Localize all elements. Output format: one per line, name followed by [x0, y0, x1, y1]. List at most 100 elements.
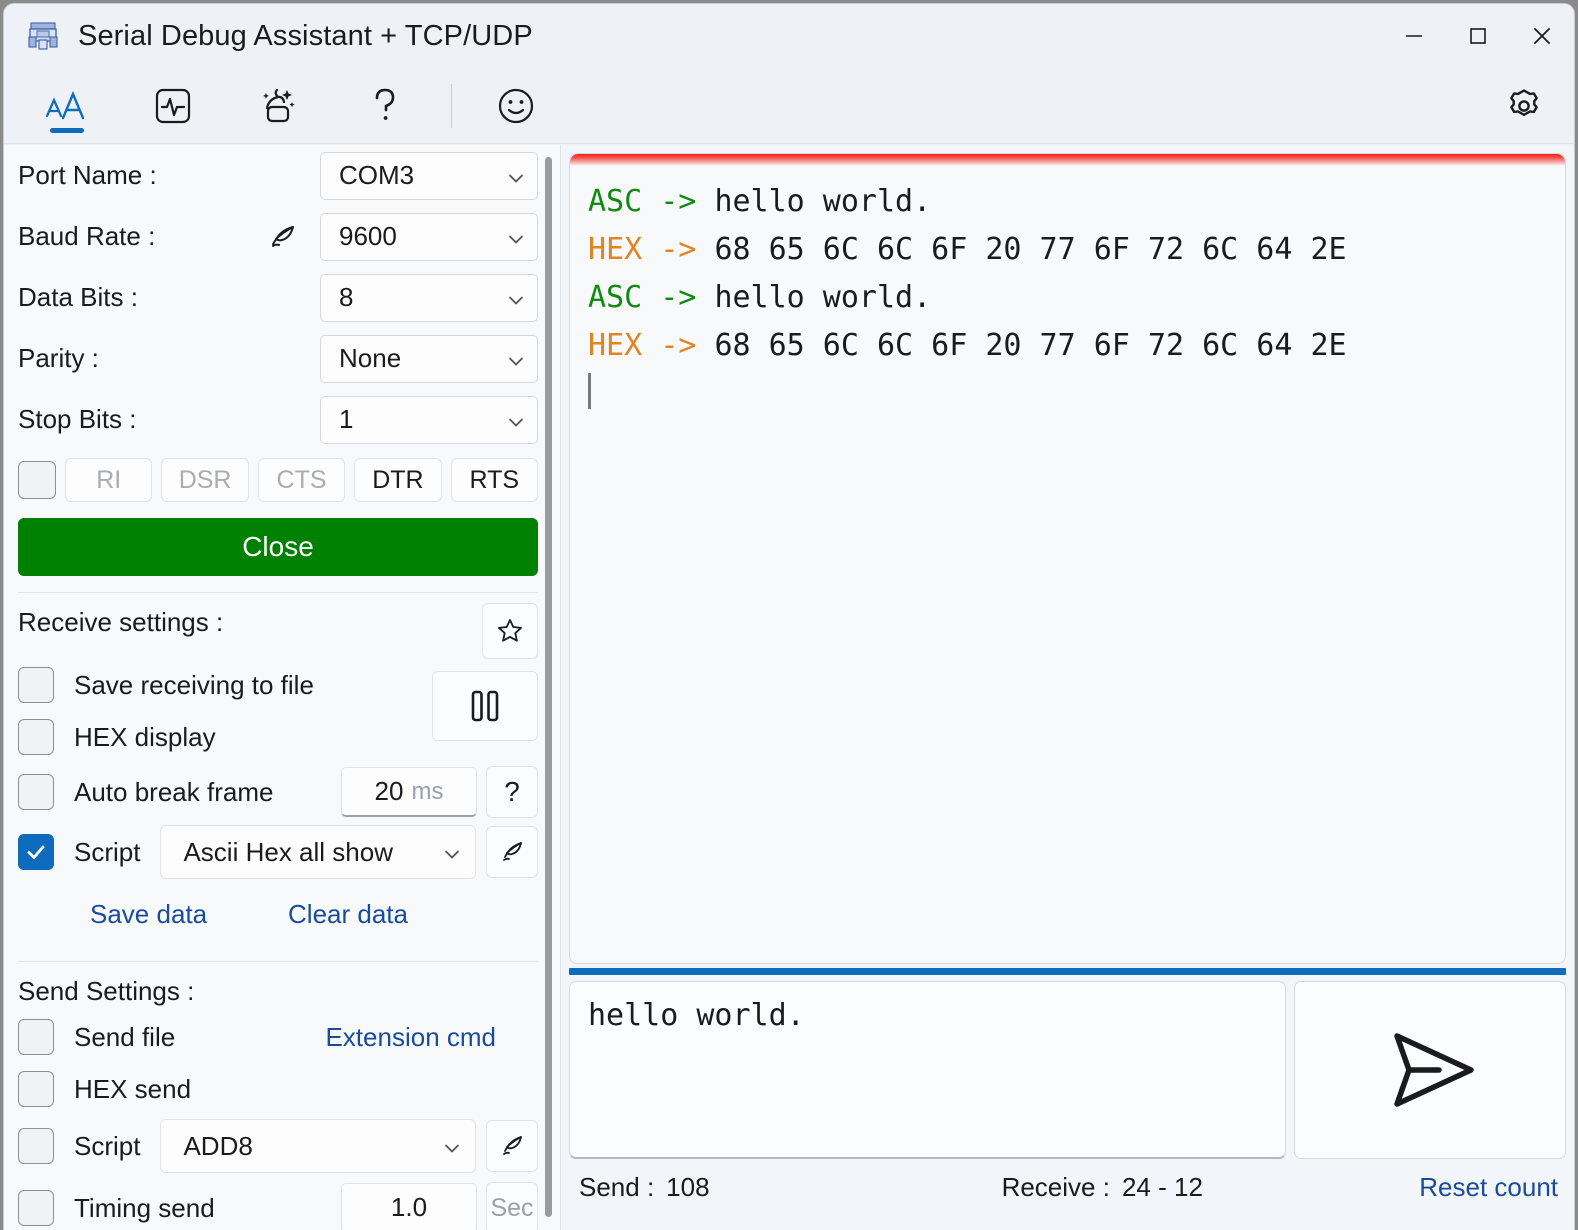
baud-rate-label: Baud Rate : — [18, 221, 156, 251]
auto-break-frame-label: Auto break frame — [74, 776, 274, 807]
stop-bits-label: Stop Bits : — [18, 404, 137, 434]
auto-break-frame-help-button[interactable]: ? — [486, 766, 538, 818]
hex-display-checkbox[interactable] — [18, 719, 54, 755]
send-script-checkbox[interactable] — [18, 1128, 54, 1164]
chevron-down-icon — [505, 348, 527, 370]
settings-sidebar: Port Name : COM3 Baud Rate : 9600 Data B… — [4, 145, 561, 1230]
help-question-icon: ? — [504, 776, 520, 807]
data-bits-value: 8 — [339, 282, 354, 312]
data-bits-label: Data Bits : — [18, 282, 138, 312]
panel-separator — [569, 968, 1566, 975]
send-file-checkbox[interactable] — [18, 1019, 54, 1055]
favorite-button[interactable] — [482, 603, 538, 659]
data-bits-select[interactable]: 8 — [320, 273, 538, 322]
receive-script-row[interactable]: Script Ascii Hex all show — [18, 821, 538, 883]
minimize-button[interactable] — [1382, 4, 1446, 68]
line-tag: HEX — [588, 232, 643, 267]
receive-script-select[interactable]: Ascii Hex all show — [160, 825, 476, 879]
receive-caret-line — [588, 370, 1565, 418]
settings-gear-button[interactable] — [1496, 78, 1552, 134]
signal-master-checkbox[interactable] — [18, 461, 56, 499]
stop-bits-row: Stop Bits : 1 — [18, 389, 538, 450]
hex-display-row[interactable]: HEX display — [18, 711, 422, 763]
magic-box-button[interactable] — [241, 75, 317, 137]
status-bar: Send : 108 Receive : 24 - 12 Reset count — [569, 1159, 1566, 1215]
signal-dtr-button[interactable]: DTR — [354, 458, 442, 502]
port-name-select[interactable]: COM3 — [320, 151, 538, 200]
timing-send-unit-label: Sec — [490, 1193, 534, 1222]
signal-cts-button[interactable]: CTS — [257, 458, 346, 502]
send-script-edit-button[interactable] — [486, 1120, 538, 1172]
parity-value: None — [339, 343, 402, 373]
receive-count-label: Receive : — [1001, 1171, 1110, 1202]
send-input[interactable]: hello world. — [569, 981, 1286, 1159]
send-settings-title: Send Settings : — [18, 976, 195, 1006]
close-button[interactable] — [1510, 4, 1574, 68]
send-script-row[interactable]: Script ADD8 — [18, 1115, 538, 1177]
sidebar-scrollbar[interactable] — [545, 157, 552, 1217]
toolbar-divider — [451, 83, 452, 128]
line-text: hello world. — [714, 184, 932, 219]
send-script-value: ADD8 — [183, 1130, 253, 1161]
auto-break-frame-value: 20 — [374, 776, 404, 806]
receive-script-edit-button[interactable] — [486, 826, 538, 878]
port-name-label: Port Name : — [18, 160, 157, 190]
timing-send-value: 1.0 — [390, 1192, 428, 1222]
send-script-label: Script — [74, 1130, 141, 1161]
save-data-link[interactable]: Save data — [90, 899, 207, 930]
chevron-down-icon — [505, 226, 527, 248]
extension-cmd-link[interactable]: Extension cmd — [325, 1022, 496, 1053]
auto-break-frame-row[interactable]: Auto break frame 20 ms ? — [18, 763, 538, 821]
timing-send-checkbox[interactable] — [18, 1190, 54, 1226]
clear-data-link[interactable]: Clear data — [288, 899, 408, 930]
hex-send-row[interactable]: HEX send — [18, 1063, 538, 1115]
chevron-down-icon — [441, 1135, 463, 1157]
line-arrow: -> — [642, 328, 715, 363]
line-tag: ASC — [588, 184, 643, 219]
port-toggle-button[interactable]: Close — [18, 518, 538, 576]
font-size-button[interactable] — [29, 75, 105, 137]
send-script-select[interactable]: ADD8 — [160, 1119, 476, 1173]
help-button[interactable] — [347, 75, 423, 137]
smiley-button[interactable] — [478, 75, 554, 137]
hex-send-checkbox[interactable] — [18, 1071, 54, 1107]
receive-script-checkbox[interactable] — [18, 834, 54, 870]
receive-settings-title: Receive settings : — [18, 607, 224, 637]
stop-bits-select[interactable]: 1 — [320, 395, 538, 444]
baud-rate-select[interactable]: 9600 — [320, 212, 538, 261]
signal-ri-button[interactable]: RI — [65, 458, 153, 502]
receive-panel[interactable]: ASC -> hello world. HEX -> 68 65 6C 6C 6… — [569, 153, 1566, 964]
signal-rts-button[interactable]: RTS — [450, 458, 539, 502]
content-body: Port Name : COM3 Baud Rate : 9600 Data B… — [4, 145, 1574, 1230]
save-receiving-to-file-row[interactable]: Save receiving to file — [18, 659, 422, 711]
send-button[interactable] — [1294, 981, 1566, 1159]
port-name-value: COM3 — [339, 160, 415, 190]
maximize-button[interactable] — [1446, 4, 1510, 68]
receive-links-row: Save data Clear data — [18, 883, 538, 945]
parity-select[interactable]: None — [320, 334, 538, 383]
reset-count-link[interactable]: Reset count — [1419, 1172, 1558, 1203]
receive-line: ASC -> hello world. — [588, 178, 1565, 226]
auto-break-frame-checkbox[interactable] — [18, 774, 54, 810]
quill-pin-icon[interactable] — [266, 220, 300, 254]
receive-line: HEX -> 68 65 6C 6C 6F 20 77 6F 72 6C 64 … — [588, 226, 1565, 274]
toolbar — [4, 68, 1574, 144]
send-file-row[interactable]: Send file Extension cmd — [18, 1011, 538, 1063]
timing-send-row[interactable]: Timing send 1.0 Sec — [18, 1177, 538, 1230]
waveform-button[interactable] — [135, 75, 211, 137]
stop-bits-value: 1 — [339, 404, 354, 434]
line-tag: ASC — [588, 280, 643, 315]
auto-break-frame-input[interactable]: 20 ms — [341, 767, 477, 817]
send-area: hello world. — [569, 981, 1566, 1159]
send-count-label: Send : — [579, 1171, 655, 1202]
signal-dsr-button[interactable]: DSR — [161, 458, 249, 502]
receive-script-label: Script — [74, 836, 141, 867]
app-window: Serial Debug Assistant + TCP/UDP Port Na… — [4, 4, 1574, 1230]
port-name-row: Port Name : COM3 — [18, 145, 538, 206]
save-receiving-to-file-checkbox[interactable] — [18, 667, 54, 703]
main-pane: ASC -> hello world. HEX -> 68 65 6C 6C 6… — [561, 145, 1574, 1230]
line-arrow: -> — [642, 232, 715, 267]
pause-button[interactable] — [432, 671, 538, 741]
auto-break-frame-unit: ms — [411, 777, 444, 805]
timing-send-input[interactable]: 1.0 — [341, 1183, 477, 1230]
